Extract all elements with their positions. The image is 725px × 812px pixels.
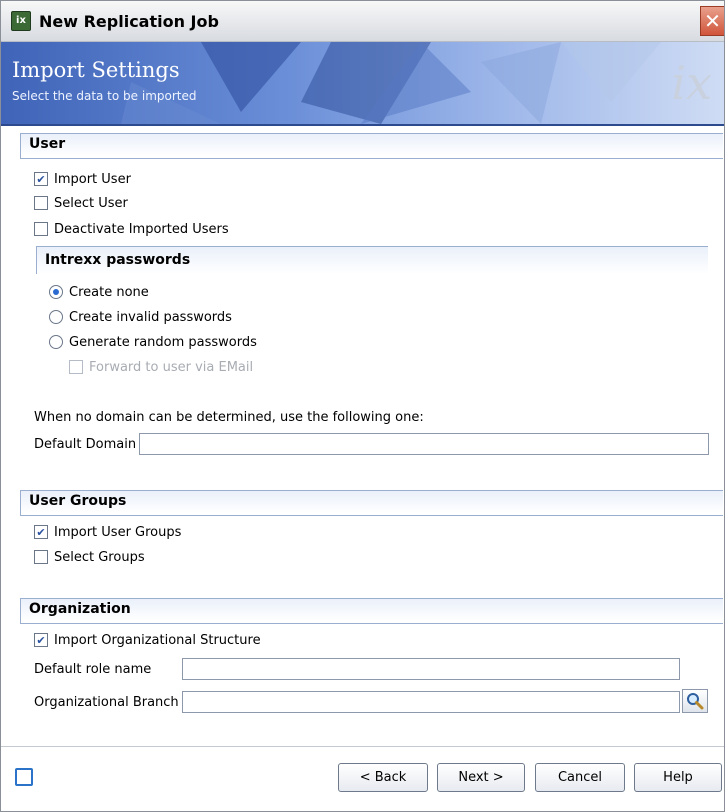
app-icon: ix	[11, 11, 31, 31]
user-section-header-box: User	[20, 133, 723, 159]
passwords-group: Intrexx passwords	[36, 246, 708, 274]
select-user-label: Select User	[54, 195, 128, 211]
forward-email-checkbox[interactable]	[69, 360, 83, 374]
close-icon: ✕	[704, 9, 721, 33]
org-branch-search-button[interactable]	[682, 689, 708, 713]
org-section-title: Organization	[29, 601, 131, 617]
default-role-label: Default role name	[34, 662, 152, 677]
deactivate-users-checkbox[interactable]	[34, 222, 48, 236]
header-banner: Import Settings Select the data to be im…	[1, 42, 724, 124]
generate-random-label: Generate random passwords	[69, 334, 257, 350]
title-bar[interactable]: ix New Replication Job ✕	[1, 1, 724, 42]
import-org-checkbox[interactable]: ✔	[34, 633, 48, 647]
back-button[interactable]: < Back	[338, 763, 428, 792]
radio-generate-random[interactable]: Generate random passwords	[49, 331, 257, 353]
next-button[interactable]: Next >	[437, 763, 525, 792]
org-branch-label: Organizational Branch	[34, 695, 179, 710]
import-user-option[interactable]: ✔ Import User	[34, 168, 131, 190]
create-none-label: Create none	[69, 284, 149, 300]
default-domain-label: Default Domain	[34, 437, 137, 452]
select-user-checkbox[interactable]	[34, 196, 48, 210]
window-title: New Replication Job	[39, 12, 219, 31]
import-org-option[interactable]: ✔ Import Organizational Structure	[34, 629, 261, 651]
banner-title: Import Settings	[12, 58, 180, 82]
deactivate-users-label: Deactivate Imported Users	[54, 221, 229, 237]
passwords-group-title: Intrexx passwords	[45, 252, 191, 268]
deactivate-users-option[interactable]: Deactivate Imported Users	[34, 218, 229, 240]
import-user-label: Import User	[54, 171, 131, 187]
create-invalid-radio[interactable]	[49, 310, 63, 324]
footer-divider	[1, 746, 724, 747]
magnifier-icon	[687, 693, 704, 710]
radio-create-none[interactable]: Create none	[49, 281, 149, 303]
create-none-radio[interactable]	[49, 285, 63, 299]
select-groups-label: Select Groups	[54, 549, 145, 565]
import-org-label: Import Organizational Structure	[54, 632, 261, 648]
radio-create-invalid[interactable]: Create invalid passwords	[49, 306, 232, 328]
generate-random-radio[interactable]	[49, 335, 63, 349]
select-groups-checkbox[interactable]	[34, 550, 48, 564]
context-help-icon[interactable]	[15, 768, 33, 786]
forward-email-label: Forward to user via EMail	[89, 359, 254, 375]
dialog-window: ix New Replication Job ✕ Import Settings…	[0, 0, 725, 812]
domain-note: When no domain can be determined, use th…	[34, 410, 424, 425]
import-groups-option[interactable]: ✔ Import User Groups	[34, 521, 181, 543]
org-branch-input[interactable]	[182, 691, 680, 713]
cancel-button[interactable]: Cancel	[535, 763, 625, 792]
dialog-footer: < Back Next > Cancel Help	[1, 746, 724, 811]
import-user-checkbox[interactable]: ✔	[34, 172, 48, 186]
org-section-header-box: Organization	[20, 598, 723, 624]
close-button[interactable]: ✕	[700, 6, 724, 36]
import-groups-checkbox[interactable]: ✔	[34, 525, 48, 539]
help-button[interactable]: Help	[634, 763, 722, 792]
ix-logo: ix	[671, 56, 712, 110]
groups-section-title: User Groups	[29, 493, 127, 509]
banner-subtitle: Select the data to be imported	[12, 89, 197, 103]
select-groups-option[interactable]: Select Groups	[34, 546, 145, 568]
forward-email-option[interactable]: Forward to user via EMail	[69, 356, 253, 378]
default-role-input[interactable]	[182, 658, 680, 680]
default-domain-input[interactable]	[139, 433, 709, 455]
import-groups-label: Import User Groups	[54, 524, 182, 540]
banner-decoration	[121, 42, 661, 124]
groups-section-header-box: User Groups	[20, 490, 723, 516]
select-user-option[interactable]: Select User	[34, 192, 128, 214]
create-invalid-label: Create invalid passwords	[69, 309, 232, 325]
settings-content: User ✔ Import User Select User Deactivat…	[1, 126, 724, 746]
user-section-title: User	[29, 136, 66, 152]
